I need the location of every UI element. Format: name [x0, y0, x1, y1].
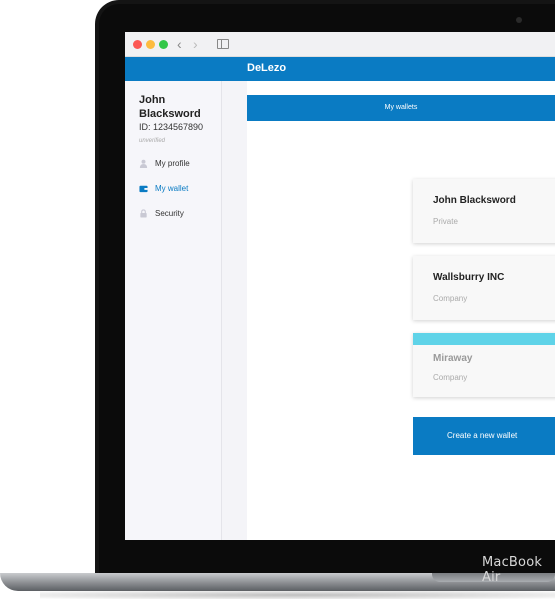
camera-icon [516, 17, 522, 23]
wallet-type: Private [433, 217, 458, 226]
user-icon [139, 159, 148, 168]
wallet-card[interactable]: John Blacksword Private [413, 179, 555, 243]
sidebar-item-label: My profile [155, 159, 190, 168]
user-name: John Blacksword [139, 94, 201, 120]
sidebar-item-label: Security [155, 209, 184, 218]
sidebar-item-my-profile[interactable]: My profile [139, 158, 219, 172]
wallet-icon [139, 184, 148, 193]
sidebar-toggle-icon[interactable] [217, 39, 229, 49]
forward-arrow-icon[interactable]: › [193, 36, 198, 52]
user-id: ID: 1234567890 [139, 122, 204, 132]
wallet-card[interactable]: Wallsburry INC Company [413, 256, 555, 320]
minimize-window-button[interactable] [146, 40, 155, 49]
brand-logo[interactable]: DeLezo [247, 62, 286, 74]
laptop-shadow [40, 591, 555, 599]
content-gutter [222, 81, 248, 540]
wallet-name: Wallsburry INC [433, 272, 505, 283]
close-window-button[interactable] [133, 40, 142, 49]
maximize-window-button[interactable] [159, 40, 168, 49]
device-label: MacBook Air [482, 555, 543, 585]
sidebar-item-my-wallet[interactable]: My wallet [139, 183, 219, 197]
wallet-name: Miraway [433, 353, 473, 364]
browser-titlebar: ‹ › [125, 32, 555, 57]
wallet-type: Company [433, 294, 468, 303]
app-header: DeLezo [125, 57, 555, 81]
user-status: unverified [139, 138, 166, 144]
sidebar-item-security[interactable]: Security [139, 208, 219, 222]
wallet-card-stripe [413, 333, 555, 345]
sidebar: John Blacksword ID: 1234567890 unverifie… [125, 81, 222, 540]
lock-icon [139, 209, 148, 218]
wallet-card[interactable]: Miraway Company [413, 333, 555, 397]
wallet-type: Company [433, 373, 468, 382]
create-wallet-button[interactable]: Create a new wallet [413, 417, 555, 455]
sidebar-item-label: My wallet [155, 184, 189, 193]
page-title: My wallets [247, 95, 555, 121]
back-arrow-icon[interactable]: ‹ [177, 36, 182, 52]
screen: ‹ › DeLezo John Blacksword ID: 123456789… [125, 32, 555, 540]
main-content: My wallets John Blacksword Private Walls… [247, 81, 555, 540]
wallet-name: John Blacksword [433, 195, 516, 206]
